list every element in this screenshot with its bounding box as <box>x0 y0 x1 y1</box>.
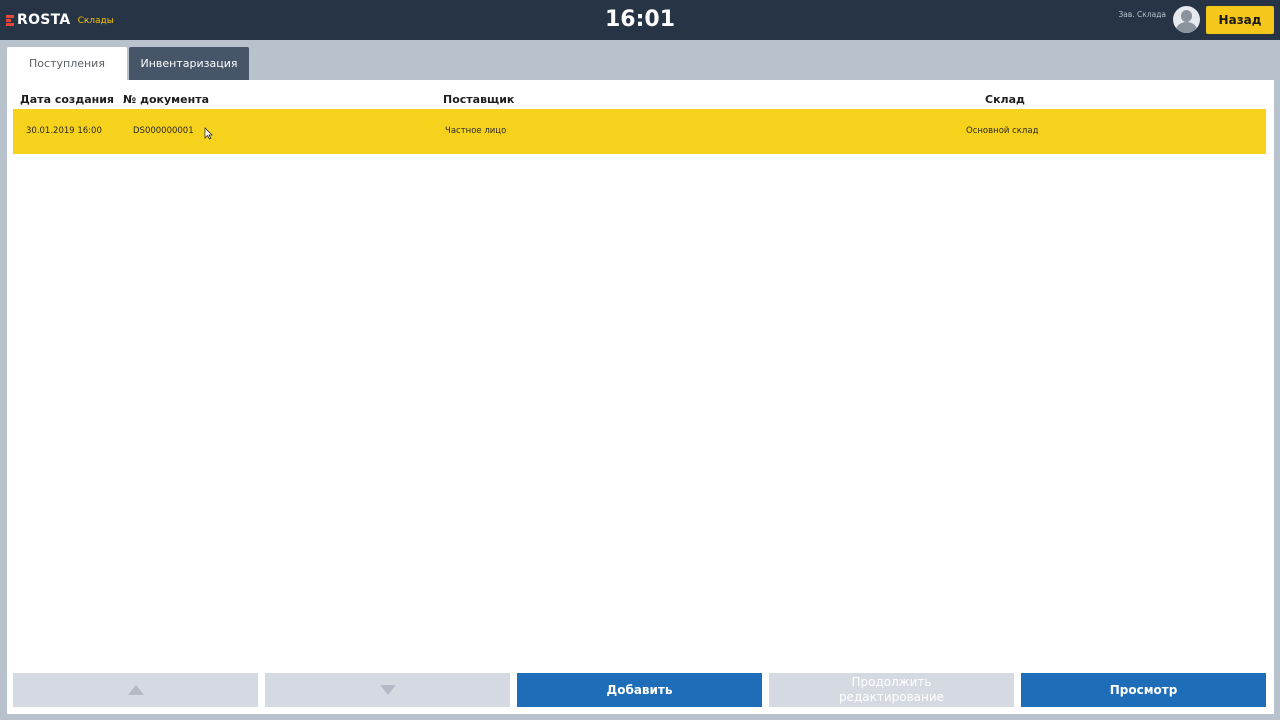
column-header-warehouse[interactable]: Склад <box>985 93 1025 106</box>
module-name: Склады <box>77 16 114 26</box>
scroll-down-button[interactable] <box>265 673 510 707</box>
top-bar: ROSTA Склады 16:01 Зав. Склада Назад <box>0 0 1280 40</box>
column-header-doc-number[interactable]: № документа <box>123 93 209 106</box>
tab-inventory[interactable]: Инвентаризация <box>129 47 249 80</box>
back-button[interactable]: Назад <box>1206 6 1274 34</box>
tab-receipts[interactable]: Поступления <box>7 47 127 80</box>
continue-editing-button[interactable]: Продолжить редактирование <box>769 673 1014 707</box>
table-row[interactable]: 30.01.2019 16:00 DS000000001 Частное лиц… <box>13 109 1266 154</box>
logo-text: ROSTA <box>17 12 71 28</box>
scroll-up-button[interactable] <box>13 673 258 707</box>
user-role: Зав. Склада <box>1118 10 1166 19</box>
cell-warehouse: Основной склад <box>966 126 1039 136</box>
add-button[interactable]: Добавить <box>517 673 762 707</box>
user-avatar-icon[interactable] <box>1173 6 1200 33</box>
column-header-supplier[interactable]: Поставщик <box>443 93 514 106</box>
cell-date: 30.01.2019 16:00 <box>26 126 102 136</box>
clock: 16:01 <box>604 7 676 32</box>
continue-editing-label: Продолжить редактирование <box>838 675 945 704</box>
mouse-cursor-icon <box>204 127 213 140</box>
app-logo: ROSTA Склады <box>6 0 114 40</box>
documents-panel: Дата создания № документа Поставщик Скла… <box>7 80 1274 714</box>
arrow-up-icon <box>127 685 144 695</box>
cell-doc-number: DS000000001 <box>133 126 194 136</box>
arrow-down-icon <box>379 685 396 695</box>
cell-supplier: Частное лицо <box>445 126 507 136</box>
view-button[interactable]: Просмотр <box>1021 673 1266 707</box>
column-header-date[interactable]: Дата создания <box>20 93 114 106</box>
logo-mark-icon <box>6 13 16 27</box>
